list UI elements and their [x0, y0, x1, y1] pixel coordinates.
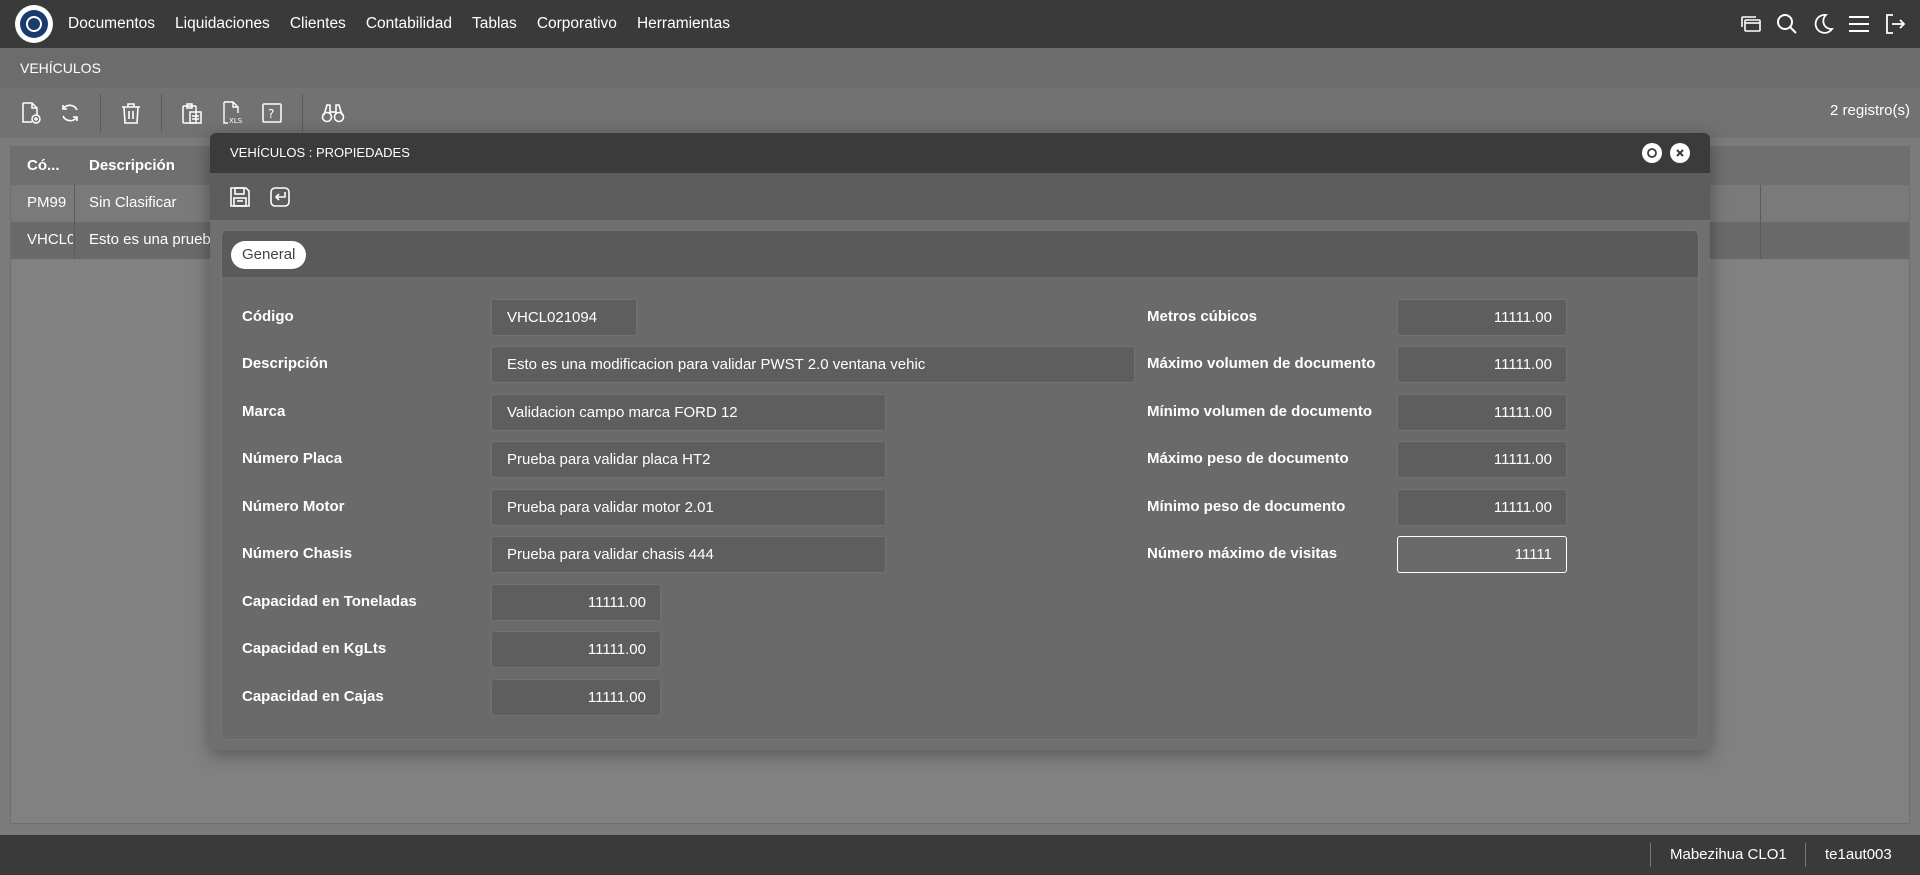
save-icon[interactable]	[227, 184, 253, 210]
capacidad-cajas-field[interactable]: 11111.00	[491, 679, 661, 716]
label-numero-maximo-visitas: Número máximo de visitas	[1147, 545, 1338, 562]
column-header-description[interactable]: Descripción	[89, 157, 175, 174]
dialog-title: VEHÍCULOS : PROPIEDADES	[230, 145, 410, 160]
page-title: VEHÍCULOS	[20, 60, 101, 76]
codigo-field[interactable]: VHCL021094	[491, 299, 637, 336]
tab-bar: General	[222, 231, 1698, 277]
main-menu: Documentos Liquidaciones Clientes Contab…	[68, 15, 750, 33]
label-maximo-volumen: Máximo volumen de documento	[1147, 355, 1376, 372]
label-maximo-peso: Máximo peso de documento	[1147, 450, 1349, 467]
label-numero-motor: Número Motor	[242, 498, 345, 515]
properties-dialog: VEHÍCULOS : PROPIEDADES General Código V…	[210, 133, 1710, 750]
label-capacidad-kglts: Capacidad en KgLts	[242, 640, 387, 657]
row-code: VHCL0	[27, 231, 73, 248]
minimo-peso-field[interactable]: 11111.00	[1397, 489, 1567, 526]
metros-cubicos-field[interactable]: 11111.00	[1397, 299, 1567, 336]
dialog-toolbar	[210, 173, 1710, 220]
menu-liquidaciones[interactable]: Liquidaciones	[175, 15, 270, 33]
label-numero-chasis: Número Chasis	[242, 545, 353, 562]
capacidad-kglts-field[interactable]: 11111.00	[491, 631, 661, 668]
maximo-peso-field[interactable]: 11111.00	[1397, 441, 1567, 478]
top-icons	[1728, 0, 1908, 48]
search-icon[interactable]	[1774, 11, 1800, 37]
clipboard-icon[interactable]	[179, 100, 205, 126]
label-numero-placa: Número Placa	[242, 450, 343, 467]
capacidad-toneladas-field[interactable]: 11111.00	[491, 584, 661, 621]
app-logo[interactable]	[15, 5, 53, 43]
menu-contabilidad[interactable]: Contabilidad	[366, 15, 452, 33]
marca-field[interactable]: Validacion campo marca FORD 12	[491, 394, 886, 431]
top-navbar: Documentos Liquidaciones Clientes Contab…	[0, 0, 1920, 48]
label-minimo-peso: Mínimo peso de documento	[1147, 498, 1346, 515]
row-code: PM99	[27, 194, 67, 211]
numero-chasis-field[interactable]: Prueba para validar chasis 444	[491, 536, 886, 573]
dialog-header[interactable]: VEHÍCULOS : PROPIEDADES	[210, 133, 1710, 173]
restore-icon[interactable]	[1642, 143, 1662, 163]
svg-text:?: ?	[268, 107, 274, 121]
menu-herramientas[interactable]: Herramientas	[637, 15, 730, 33]
menu-documentos[interactable]: Documentos	[68, 15, 155, 33]
menu-clientes[interactable]: Clientes	[290, 15, 346, 33]
label-descripcion: Descripción	[242, 355, 328, 372]
dialog-panel: General Código VHCL021094 Descripción Es…	[221, 230, 1699, 740]
menu-tablas[interactable]: Tablas	[472, 15, 517, 33]
label-marca: Marca	[242, 403, 286, 420]
close-icon[interactable]	[1670, 143, 1690, 163]
minimo-volumen-field[interactable]: 11111.00	[1397, 394, 1567, 431]
label-codigo: Código	[242, 308, 294, 325]
hamburger-icon[interactable]	[1846, 11, 1872, 37]
label-capacidad-cajas: Capacidad en Cajas	[242, 688, 384, 705]
numero-placa-field[interactable]: Prueba para validar placa HT2	[491, 441, 886, 478]
label-capacidad-toneladas: Capacidad en Toneladas	[242, 593, 417, 610]
windows-icon[interactable]	[1738, 11, 1764, 37]
main-toolbar: XLS ? 2 registro(s)	[0, 88, 1920, 138]
page-header: VEHÍCULOS	[0, 48, 1920, 88]
user-name: Mabezihua CLO1	[1670, 846, 1787, 863]
record-count: 2 registro(s)	[1829, 102, 1910, 119]
descripcion-field[interactable]: Esto es una modificacion para validar PW…	[491, 346, 1135, 383]
return-icon[interactable]	[267, 184, 293, 210]
moon-icon[interactable]	[1810, 11, 1836, 37]
numero-motor-field[interactable]: Prueba para validar motor 2.01	[491, 489, 886, 526]
label-minimo-volumen: Mínimo volumen de documento	[1147, 403, 1373, 420]
status-bar: Mabezihua CLO1 te1aut003	[0, 835, 1920, 875]
help-icon[interactable]: ?	[259, 100, 285, 126]
maximo-volumen-field[interactable]: 11111.00	[1397, 346, 1567, 383]
label-metros-cubicos: Metros cúbicos	[1147, 308, 1258, 325]
delete-icon[interactable]	[118, 100, 144, 126]
tab-general[interactable]: General	[231, 241, 307, 269]
export-xls-icon[interactable]: XLS	[219, 100, 245, 126]
menu-corporativo[interactable]: Corporativo	[537, 15, 617, 33]
instance-name: te1aut003	[1825, 846, 1892, 863]
column-header-code[interactable]: Có...	[27, 157, 60, 174]
svg-text:XLS: XLS	[229, 117, 243, 125]
logout-icon[interactable]	[1882, 11, 1908, 37]
refresh-icon[interactable]	[57, 100, 83, 126]
numero-maximo-visitas-field[interactable]: 11111	[1397, 536, 1567, 573]
binoculars-icon[interactable]	[320, 100, 346, 126]
row-description: Esto es una prueba	[89, 231, 220, 248]
new-document-icon[interactable]	[17, 100, 43, 126]
row-description: Sin Clasificar	[89, 194, 177, 211]
